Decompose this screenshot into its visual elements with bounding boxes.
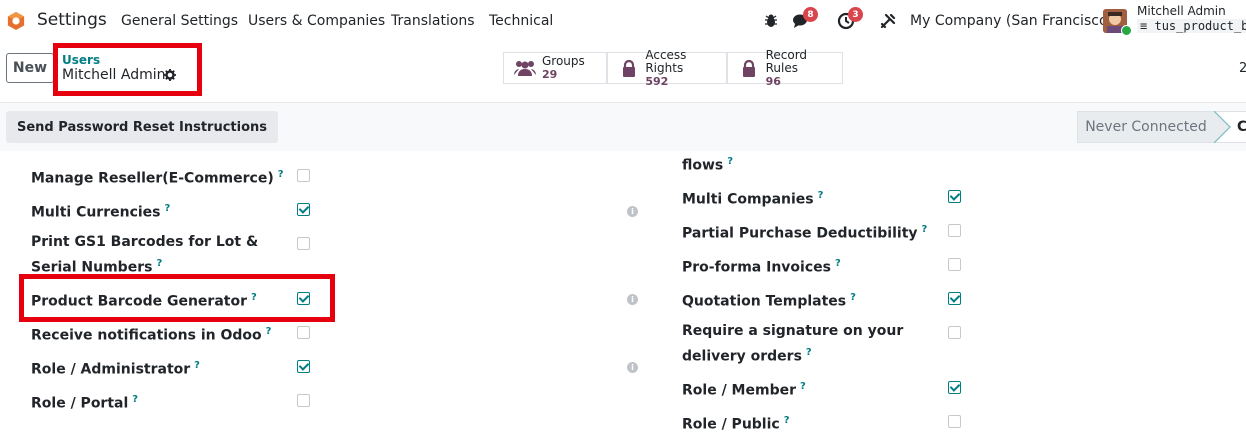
chat-messages-icon[interactable]: 8 [791,7,818,31]
help-tooltip-icon[interactable]: ? [784,415,790,426]
groups-count: 29 [542,68,558,81]
setting-label-text: Require a signature on your delivery ord… [682,323,904,365]
setting-partial-purchase-checkbox[interactable] [948,224,961,237]
setting-role-administrator-checkbox[interactable] [297,360,310,373]
users-group-icon [512,59,538,77]
setting-role-member-checkbox[interactable] [948,381,961,394]
help-tooltip-icon[interactable]: ? [266,326,272,337]
help-tooltip-icon[interactable]: ? [165,203,171,214]
setting-pro-forma-checkbox[interactable] [948,258,961,271]
setting-role-member-label: Role / Member? [682,376,806,402]
info-circle-icon[interactable]: i [627,294,638,305]
menu-translations[interactable]: Translations [391,13,475,29]
help-tooltip-icon[interactable]: ? [835,258,841,269]
groups-smart-button[interactable]: Groups 29 [503,52,607,84]
menu-technical[interactable]: Technical [489,13,553,29]
setting-label-text: Pro-forma Invoices [682,259,831,276]
debug-bug-icon[interactable] [761,11,781,31]
setting-partial-purchase-label: Partial Purchase Deductibility? [682,219,927,245]
status-never-connected[interactable]: Never Connected [1077,111,1215,143]
setting-receive-notifications-checkbox[interactable] [297,326,310,339]
access-rights-label: Access Rights [645,47,687,75]
setting-label-text: Print GS1 Barcodes for Lot & Serial Numb… [31,234,259,276]
activity-badge: 3 [848,7,863,22]
lock-icon [736,59,762,77]
groups-label: Groups [542,54,585,68]
setting-manage-reseller-label: Manage Reseller(E-Commerce)? [31,164,284,190]
setting-manage-reseller-checkbox[interactable] [297,169,310,182]
setting-pro-forma-label: Pro-forma Invoices? [682,253,841,279]
setting-label-text: Role / Portal [31,395,129,412]
setting-flows-label: flows? [682,151,733,177]
setting-role-administrator-label: Role / Administrator? [31,355,200,381]
app-title[interactable]: Settings [37,10,107,30]
setting-role-portal-checkbox[interactable] [297,394,310,407]
new-button[interactable]: New [6,53,54,83]
setting-quotation-templates-checkbox[interactable] [948,292,961,305]
info-circle-icon[interactable]: i [627,362,638,373]
setting-label-text: Multi Currencies [31,204,161,221]
setting-multi-currencies-label: Multi Currencies? [31,198,170,224]
highlight-box-breadcrumb [53,43,202,96]
help-tooltip-icon[interactable]: ? [194,360,200,371]
setting-role-portal-label: Role / Portal? [31,389,138,415]
setting-print-gs1-checkbox[interactable] [297,237,310,250]
highlight-box-product-barcode [19,274,335,322]
record-rules-smart-button[interactable]: Record Rules 96 [727,47,843,88]
info-circle-icon[interactable]: i [627,206,638,217]
setting-require-signature-checkbox[interactable] [948,326,961,339]
lock-icon [616,59,641,77]
setting-print-gs1-label: Print GS1 Barcodes for Lot & Serial Numb… [31,232,281,279]
setting-label-text: Role / Member [682,382,796,399]
help-tooltip-icon[interactable]: ? [922,224,928,235]
record-rules-count: 96 [765,74,781,88]
setting-require-signature-label: Require a signature on your delivery ord… [682,321,932,368]
online-status-dot [1121,25,1132,36]
tools-wrench-icon[interactable] [878,11,898,31]
help-tooltip-icon[interactable]: ? [806,347,812,358]
setting-label-text: Quotation Templates [682,293,847,310]
odoo-settings-logo-icon[interactable] [7,11,25,31]
user-name[interactable]: Mitchell Admin [1137,4,1226,18]
chat-badge: 8 [803,7,818,22]
help-tooltip-icon[interactable]: ? [156,258,162,269]
access-rights-count: 592 [645,74,669,88]
activity-clock-icon[interactable]: 3 [836,7,863,31]
status-arrow-separator [1214,111,1231,143]
send-password-reset-button[interactable]: Send Password Reset Instructions [6,111,279,143]
setting-label-text: Role / Public [682,416,780,433]
database-name: ≡ tus_product_ba [1137,19,1246,33]
setting-multi-currencies-checkbox[interactable] [297,203,310,216]
help-tooltip-icon[interactable]: ? [727,156,733,167]
setting-multi-companies-checkbox[interactable] [948,190,961,203]
setting-receive-notifications-label: Receive notifications in Odoo? [31,321,271,347]
setting-label-text: Role / Administrator [31,361,191,378]
setting-label-text: Multi Companies [682,191,814,208]
pager-value[interactable]: 2 [1239,61,1246,76]
setting-multi-companies-label: Multi Companies? [682,185,823,211]
setting-label-text: Manage Reseller(E-Commerce) [31,170,274,187]
access-rights-smart-button[interactable]: Access Rights 592 [607,47,727,88]
setting-label-text: flows [682,157,724,174]
database-icon: ≡ [1140,19,1148,33]
record-rules-label: Record Rules [765,47,808,75]
menu-general-settings[interactable]: General Settings [121,13,238,29]
setting-role-public-label: Role / Public? [682,410,790,436]
database-name-text: tus_product_ba [1154,19,1246,33]
help-tooltip-icon[interactable]: ? [850,292,856,303]
help-tooltip-icon[interactable]: ? [278,169,284,180]
help-tooltip-icon[interactable]: ? [818,190,824,201]
setting-label-text: Partial Purchase Deductibility [682,225,918,242]
menu-users-companies[interactable]: Users & Companies [248,13,385,29]
company-switcher[interactable]: My Company (San Francisco) [910,13,1113,29]
top-navbar: Settings General Settings Users & Compan… [0,0,1246,42]
setting-label-text: Receive notifications in Odoo [31,327,262,344]
help-tooltip-icon[interactable]: ? [800,381,806,392]
setting-quotation-templates-label: Quotation Templates? [682,287,856,313]
help-tooltip-icon[interactable]: ? [132,394,138,405]
